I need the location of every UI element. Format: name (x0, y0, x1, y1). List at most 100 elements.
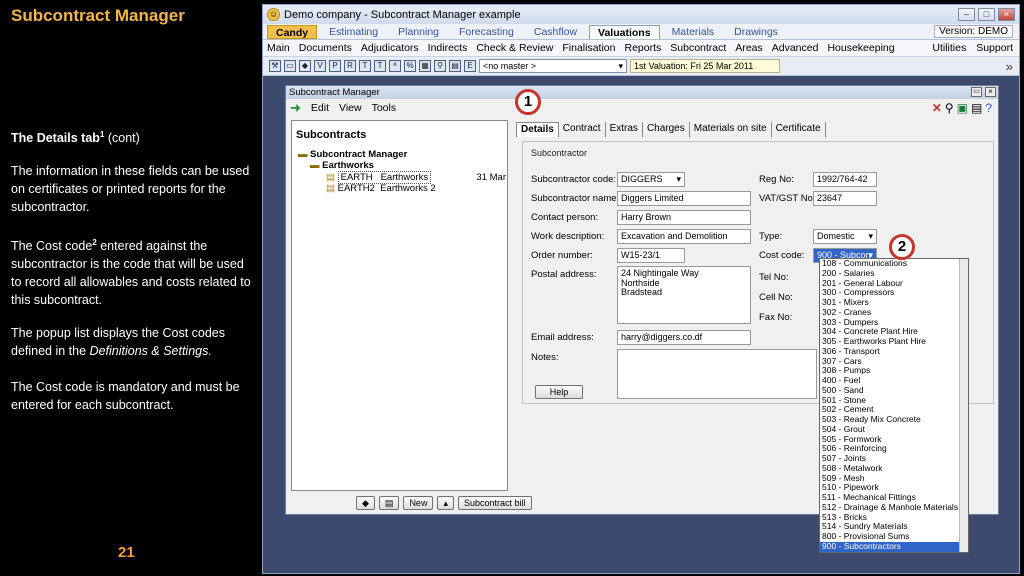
paragraph-4: The Cost code is mandatory and must be e… (11, 380, 240, 412)
diamond-button[interactable]: ◆ (356, 496, 375, 510)
tab-contract[interactable]: Contract (559, 122, 606, 137)
notes-field[interactable] (617, 349, 817, 399)
menu-utilities[interactable]: Utilities (932, 42, 966, 54)
tree-group[interactable]: ▬ Earthworks (310, 160, 374, 171)
overflow-chevron-icon[interactable]: » (1006, 59, 1013, 74)
menu-main[interactable]: Main (267, 42, 290, 54)
new-button[interactable]: New (403, 496, 434, 510)
menu-check-review[interactable]: Check & Review (476, 42, 553, 54)
tree-item[interactable]: ▤ EARTH Earthworks 31 Mar (326, 171, 506, 184)
inner-close-icon[interactable]: × (985, 87, 996, 97)
section-heading: The Details tab1 (cont) (11, 130, 140, 146)
email-field[interactable]: harry@diggers.co.df (617, 330, 751, 345)
minimize-button[interactable]: – (958, 8, 975, 21)
cost-code-option[interactable]: 900 - Subcontractors (820, 541, 968, 552)
menu-view[interactable]: View (339, 102, 362, 114)
binoculars-icon[interactable]: ⚲ (945, 101, 954, 115)
vat-field[interactable]: 23647 (813, 191, 877, 206)
name-label: Subcontractor name: (531, 193, 620, 204)
menu-tools[interactable]: Tools (372, 102, 397, 114)
menu-housekeeping[interactable]: Housekeeping (827, 42, 894, 54)
help-button[interactable]: Help (535, 385, 583, 399)
menu-advanced[interactable]: Advanced (772, 42, 819, 54)
document-icon: ▤ (326, 183, 335, 194)
menu-support[interactable]: Support (976, 42, 1013, 54)
folder-icon: ▬ (298, 149, 308, 160)
slide-panel: Subcontract Manager The Details tab1 (co… (0, 0, 262, 576)
tree-root[interactable]: ▬ Subcontract Manager (298, 149, 407, 160)
paragraph-3: The popup list displays the Cost codes d… (11, 326, 226, 358)
tab-charges[interactable]: Charges (643, 122, 690, 137)
delete-icon[interactable]: ✕ (932, 101, 942, 115)
menu-finalisation[interactable]: Finalisation (562, 42, 615, 54)
menu-reports[interactable]: Reports (625, 42, 662, 54)
contact-field[interactable]: Harry Brown (617, 210, 751, 225)
name-field[interactable]: Diggers Limited (617, 191, 751, 206)
tab-materials-on-site[interactable]: Materials on site (690, 122, 772, 137)
tab-cashflow[interactable]: Cashflow (526, 25, 585, 39)
tel-label: Tel No: (759, 272, 789, 283)
tab-estimating[interactable]: Estimating (321, 25, 386, 39)
order-field[interactable]: W15-23/1 (617, 248, 685, 263)
module-tabs: Candy Estimating Planning Forecasting Ca… (263, 24, 1019, 40)
tool-p-icon[interactable]: P (329, 60, 341, 72)
tab-forecasting[interactable]: Forecasting (451, 25, 522, 39)
menu-indirects[interactable]: Indirects (428, 42, 468, 54)
subcontract-bill-button[interactable]: Subcontract bill (457, 496, 532, 510)
tab-certificate[interactable]: Certificate (772, 122, 826, 137)
tab-extras[interactable]: Extras (606, 122, 643, 137)
dropdown-scrollbar[interactable] (959, 259, 968, 552)
notes-label: Notes: (531, 352, 559, 363)
menu-adjudicators[interactable]: Adjudicators (361, 42, 419, 54)
email-label: Email address: (531, 332, 594, 343)
print-icon[interactable]: ▤ (971, 101, 982, 115)
work-field[interactable]: Excavation and Demolition (617, 229, 751, 244)
print-button[interactable]: ▤ (378, 496, 400, 510)
tool-display-icon[interactable]: ▭ (284, 60, 296, 72)
cost-label: Cost code: (759, 250, 805, 261)
menu-subcontract[interactable]: Subcontract (670, 42, 726, 54)
tool-print-icon[interactable]: ▤ (449, 60, 461, 72)
tool-hammer-icon[interactable]: ⚲ (434, 60, 446, 72)
master-select[interactable]: <no master > ▾ (479, 59, 627, 73)
menu-areas[interactable]: Areas (735, 42, 762, 54)
cost-code-dropdown[interactable]: 108 - Communications 200 - Salaries 201 - … (819, 258, 969, 553)
tree-buttonbar: ◆ ▤ New ▴ Subcontract bill (356, 496, 532, 510)
tool-t-icon[interactable]: T (359, 60, 371, 72)
window-title: Demo company - Subcontract Manager examp… (284, 8, 521, 21)
toolbar: ⚒ ▭ ◆ V P R T T ª % ▦ ⚲ ▤ E <no master >… (263, 57, 1019, 76)
tool-r-icon[interactable]: R (344, 60, 356, 72)
main-menubar: Main Documents Adjudicators Indirects Ch… (263, 40, 1019, 57)
tool-diamond-icon[interactable]: ◆ (299, 60, 311, 72)
tool-calc-icon[interactable]: ▦ (419, 60, 431, 72)
new-arrow-button[interactable]: ▴ (437, 496, 454, 510)
app-logo-icon: ☺ (267, 8, 280, 21)
tab-candy[interactable]: Candy (267, 24, 318, 39)
postal-field[interactable]: 24 Nightingale Way Northside Bradstead (617, 266, 751, 324)
tab-drawings[interactable]: Drawings (726, 25, 786, 39)
type-select[interactable]: Domestic ▾ (813, 229, 877, 244)
tool-wrench-icon[interactable]: ⚒ (269, 60, 281, 72)
code-select[interactable]: DIGGERS ▾ (617, 172, 685, 187)
reg-field[interactable]: 1992/764-42 (813, 172, 877, 187)
tab-valuations[interactable]: Valuations (589, 24, 660, 39)
tool-superscript-icon[interactable]: ª (389, 60, 401, 72)
excel-icon[interactable]: ▣ (957, 101, 968, 115)
tool-v-icon[interactable]: V (314, 60, 326, 72)
tree-item[interactable]: ▤ EARTH2 Earthworks 2 (326, 183, 436, 194)
tool-e-icon[interactable]: E (464, 60, 476, 72)
contact-label: Contact person: (531, 212, 599, 223)
menu-edit[interactable]: Edit (311, 102, 329, 114)
help-icon[interactable]: ? (985, 101, 992, 115)
tab-planning[interactable]: Planning (390, 25, 447, 39)
tab-details[interactable]: Details (516, 122, 559, 137)
maximize-button[interactable]: □ (978, 8, 995, 21)
inner-menubar: ➜ Edit View Tools ✕ ⚲ ▣ ▤ ? (286, 99, 998, 116)
back-icon[interactable]: ➜ (290, 100, 301, 116)
restore-icon[interactable]: ▭ (971, 87, 982, 97)
close-button[interactable]: × (998, 8, 1015, 21)
tool-percent-icon[interactable]: % (404, 60, 416, 72)
menu-documents[interactable]: Documents (299, 42, 352, 54)
tab-materials[interactable]: Materials (664, 25, 723, 39)
tool-text-size-icon[interactable]: T (374, 60, 386, 72)
